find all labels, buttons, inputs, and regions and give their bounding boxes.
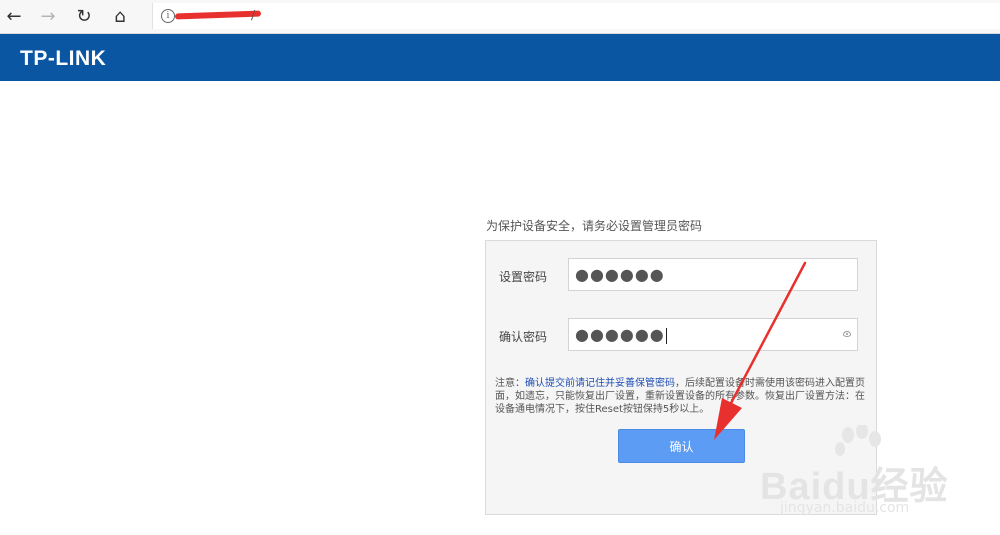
url-text: / [251, 8, 256, 22]
confirm-password-value: ●●●●●● [575, 325, 665, 344]
security-notice: 为保护设备安全，请务必设置管理员密码 [486, 219, 703, 233]
address-bar[interactable]: i / [152, 3, 1000, 29]
reload-icon[interactable]: ↻ [70, 3, 98, 29]
home-icon[interactable]: ⌂ [106, 3, 134, 29]
note-prefix: 注意： [495, 378, 525, 389]
redaction-mark [174, 10, 262, 20]
password-note: 注意：确认提交前请记住并妥善保管密码，后续配置设备时需使用该密码进入配置页面，如… [495, 377, 868, 416]
confirm-password-label: 确认密码 [499, 330, 548, 344]
watermark-url: jingyan.baidu.com [780, 500, 910, 516]
confirm-password-input[interactable]: ●●●●●● [568, 318, 858, 351]
tp-link-logo: TP-LINK [20, 47, 107, 70]
set-password-value: ●●●●●● [575, 265, 665, 284]
text-caret [665, 327, 667, 344]
note-highlight: 确认提交前请记住并妥善保管密码 [525, 378, 675, 389]
set-password-input[interactable]: ●●●●●● [568, 258, 858, 291]
baidu-watermark: Baidu经验 jingyan.baidu.com [760, 425, 992, 520]
browser-toolbar: ← → ↻ ⌂ i / [0, 0, 1000, 34]
forward-icon[interactable]: → [34, 3, 62, 29]
confirm-password-wrap: ●●●●●● [575, 326, 667, 344]
confirm-button[interactable]: 确认 [618, 429, 745, 463]
show-password-eye-icon[interactable] [843, 331, 851, 337]
app-header: TP-LINK [0, 34, 1000, 81]
set-password-label: 设置密码 [499, 270, 548, 284]
back-icon[interactable]: ← [0, 3, 28, 29]
info-icon[interactable]: i [161, 9, 175, 23]
